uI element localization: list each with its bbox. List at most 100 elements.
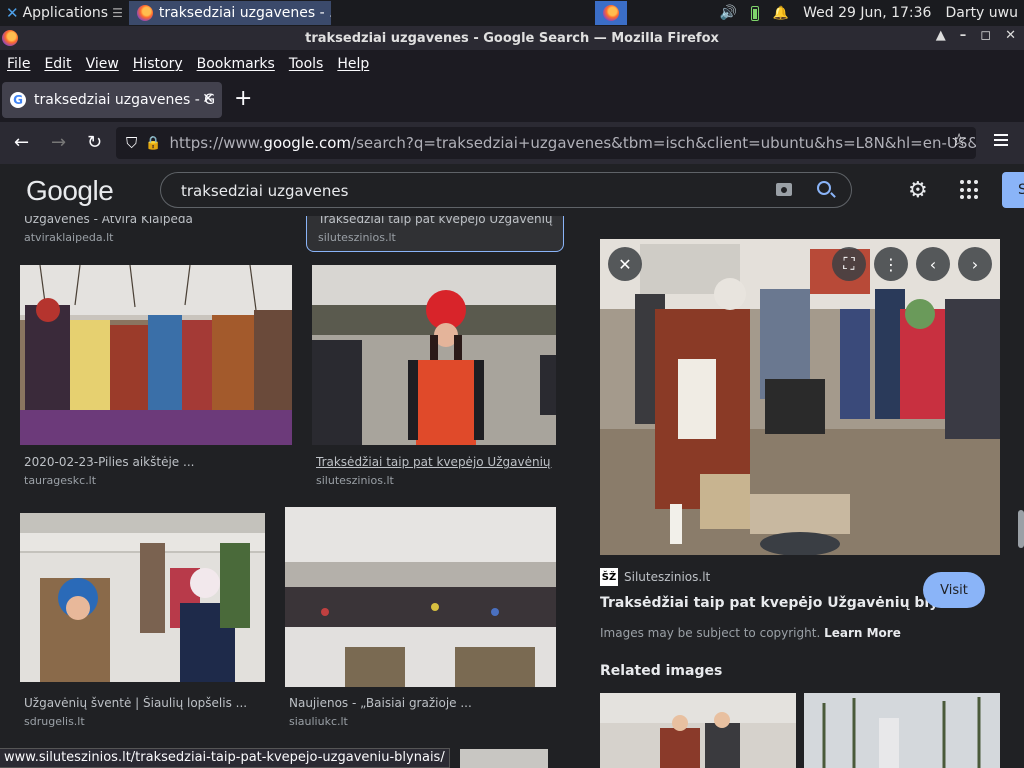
related-image-1 [600, 693, 796, 768]
festival-crowd-image [20, 265, 292, 445]
image-preview-panel: ✕ ⛶ ⋮ ‹ › ŠŽ Siluteszinios.lt Traksėdžia… [582, 216, 1024, 768]
preview-title[interactable]: Traksėdžiai taip pat kvepėjo Užgavėnių b… [600, 595, 964, 611]
result-thumbnail[interactable] [20, 513, 265, 682]
menu-separator-icon: ☰ [112, 6, 123, 20]
clock[interactable]: Wed 29 Jun, 17:36 [803, 5, 931, 21]
close-icon: ✕ [618, 254, 632, 274]
taskbar-firefox-window[interactable]: traksedziai uzgavenes - ... [128, 1, 331, 25]
bookmark-star-icon[interactable]: ☆ [951, 130, 967, 151]
menu-bookmarks[interactable]: Bookmarks [197, 56, 275, 72]
maximize-up-icon[interactable]: ▲ [936, 28, 946, 43]
camera-search-icon[interactable] [776, 183, 792, 196]
tab-google-search[interactable]: G traksedziai uzgavenes - G ✕ [2, 82, 222, 118]
url-prefix: https://www. [169, 134, 264, 152]
minimize-icon[interactable]: – [960, 28, 967, 43]
menu-history[interactable]: History [133, 56, 183, 72]
result-site: taurageskc.lt [24, 474, 97, 487]
result-site: siluteszinios.lt [316, 474, 394, 487]
winter-crowd-image [285, 507, 556, 687]
related-image-2 [804, 693, 1000, 768]
shield-icon[interactable]: ⛉ [126, 134, 137, 152]
related-image-thumbnail[interactable] [804, 693, 1000, 768]
window-titlebar: traksedziai uzgavenes - Google Search — … [0, 26, 1024, 50]
gear-icon[interactable]: ⚙ [908, 178, 928, 203]
result-thumbnail[interactable] [312, 265, 556, 445]
back-arrow-icon[interactable]: ← [14, 132, 29, 153]
result-caption[interactable]: Traksėdžiai taip pat kvepėjo Užgavėnių .… [318, 216, 554, 226]
site-favicon-icon: ŠŽ [600, 568, 618, 586]
result-thumbnail[interactable] [20, 265, 292, 445]
pancake-cooking-image [600, 239, 1000, 555]
learn-more-link[interactable]: Learn More [824, 626, 901, 640]
menu-help[interactable]: Help [337, 56, 369, 72]
tab-close-icon[interactable]: ✕ [202, 91, 214, 107]
reload-icon[interactable]: ↻ [87, 132, 102, 153]
preview-image[interactable]: ✕ ⛶ ⋮ ‹ › [600, 239, 1000, 555]
lens-search-button[interactable]: ⛶ [832, 247, 866, 281]
status-url-overlay: www.siluteszinios.lt/traksedziai-taip-pa… [0, 748, 450, 768]
related-image-thumbnail[interactable] [600, 693, 796, 768]
page-scrollbar[interactable] [1018, 510, 1024, 548]
xfce-logo-icon: ✕ [6, 4, 19, 22]
window-controls: ▲ – ◻ ✕ [936, 28, 1016, 43]
visit-button[interactable]: Visit [923, 572, 985, 608]
apps-grid-icon[interactable] [960, 180, 980, 200]
applications-menu[interactable]: ✕ Applications ☰ [0, 0, 129, 26]
related-images-heading: Related images [600, 663, 723, 679]
url-path: /search?q=traksedziai+uzgavenes&tbm=isch… [351, 134, 976, 152]
chevron-right-icon: › [971, 254, 979, 274]
forward-arrow-icon[interactable]: → [51, 132, 66, 153]
user-name[interactable]: Darty uwu [945, 5, 1018, 21]
result-caption[interactable]: Užgavėnes - Atvira Klaipėda [24, 216, 193, 226]
window-title: traksedziai uzgavenes - Google Search — … [305, 30, 719, 46]
restore-icon[interactable]: ◻ [980, 28, 991, 43]
url-bar[interactable]: ⛉ 🔒 https://www. google.com/search?q=trak… [116, 127, 976, 159]
result-caption[interactable]: 2020-02-23-Pilies aikštėje ... [24, 455, 194, 469]
result-thumbnail[interactable] [285, 507, 556, 687]
result-site: sdrugelis.lt [24, 715, 85, 728]
new-tab-icon[interactable]: + [234, 86, 252, 111]
more-options-button[interactable]: ⋮ [874, 247, 908, 281]
close-preview-button[interactable]: ✕ [608, 247, 642, 281]
google-favicon-icon: G [10, 92, 26, 108]
firefox-icon [603, 5, 619, 21]
notification-bell-icon[interactable]: 🔔 [773, 6, 789, 21]
battery-icon[interactable] [750, 5, 759, 21]
previous-image-button[interactable]: ‹ [916, 247, 950, 281]
taskbar-window-title: traksedziai uzgavenes - ... [158, 5, 331, 21]
result-site: siluteszinios.lt [318, 231, 396, 244]
hamburger-menu-icon[interactable] [994, 134, 1008, 146]
search-icon[interactable] [817, 181, 831, 195]
menu-tools[interactable]: Tools [289, 56, 324, 72]
next-image-button[interactable]: › [958, 247, 992, 281]
lock-icon[interactable]: 🔒 [145, 136, 161, 151]
close-icon[interactable]: ✕ [1005, 28, 1016, 43]
url-domain: google.com [263, 134, 352, 152]
result-caption[interactable]: Užgavėnių šventė | Šiaulių lopšelis ... [24, 696, 247, 710]
google-search-box[interactable] [160, 172, 852, 208]
chevron-left-icon: ‹ [929, 254, 937, 274]
navigation-bar: ← → ↻ ⛉ 🔒 https://www. google.com/search?… [0, 122, 1024, 164]
system-panel: ✕ Applications ☰ traksedziai uzgavenes -… [0, 0, 1024, 26]
more-vert-icon: ⋮ [883, 254, 899, 274]
applications-label: Applications [22, 5, 109, 21]
result-caption[interactable]: Naujienos - „Baisiai gražioje ... [289, 696, 472, 710]
result-caption[interactable]: Traksėdžiai taip pat kvepėjo Užgavėnių .… [316, 455, 552, 469]
preview-site-name: Siluteszinios.lt [624, 570, 711, 584]
result-thumbnail[interactable] [460, 749, 548, 768]
google-logo[interactable]: Google [26, 175, 114, 207]
search-input[interactable] [181, 179, 741, 203]
sign-in-button[interactable]: S [1002, 172, 1024, 208]
menu-edit[interactable]: Edit [44, 56, 71, 72]
firefox-launcher[interactable] [595, 1, 627, 25]
menu-view[interactable]: View [86, 56, 119, 72]
menu-file[interactable]: File [7, 56, 30, 72]
volume-icon[interactable]: 🔊 [719, 5, 736, 21]
result-site: siauliukc.lt [289, 715, 348, 728]
copyright-text: Images may be subject to copyright. [600, 626, 821, 640]
image-results: Užgavėnes - Atvira Klaipėda atviraklaipe… [0, 216, 582, 768]
preview-source[interactable]: ŠŽ Siluteszinios.lt [600, 568, 710, 586]
result-site: atviraklaipeda.lt [24, 231, 114, 244]
children-masks-image [20, 513, 265, 682]
screen: ✕ Applications ☰ traksedziai uzgavenes -… [0, 0, 1024, 768]
